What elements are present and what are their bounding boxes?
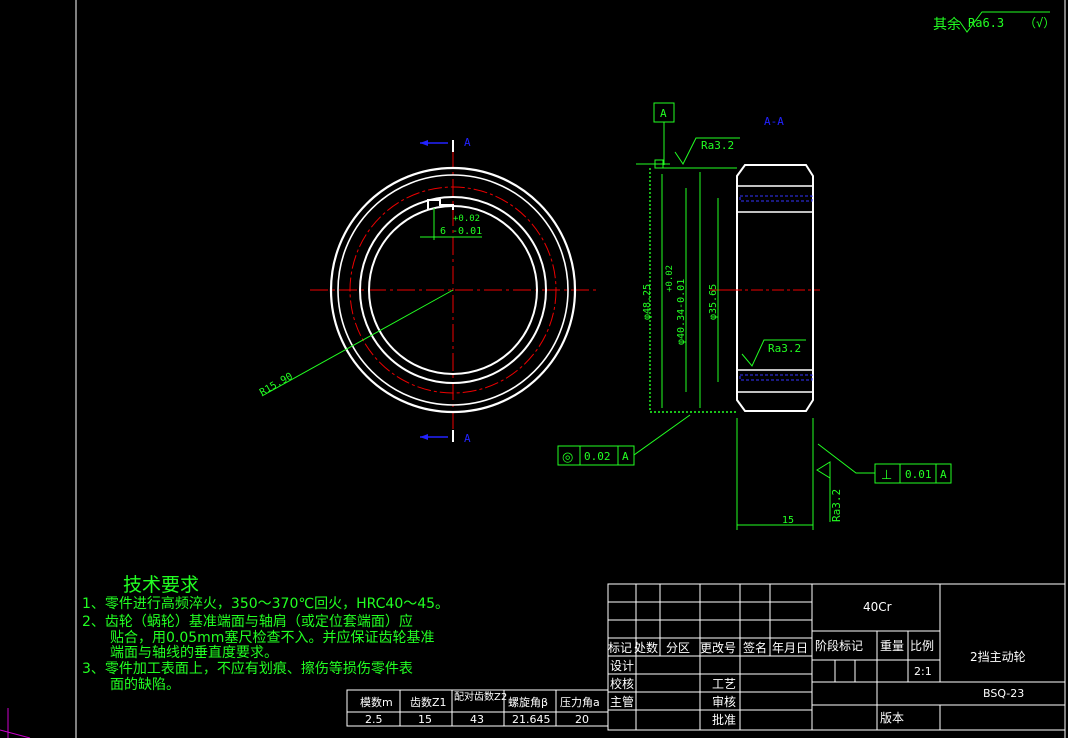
material: 40Cr: [863, 600, 892, 614]
role-right-2: 批准: [712, 712, 736, 727]
param-value-4: 20: [575, 713, 589, 726]
ra-right: Ra3.2: [830, 489, 843, 522]
datum-letter: A: [660, 107, 667, 120]
engineering-drawing: 其余 Ra6.3 （√） +0.02 6 -0.01 R15.90 A A A-…: [0, 0, 1066, 738]
change-header-3: 更改号: [700, 641, 736, 655]
role-left-0: 设计: [610, 659, 634, 673]
tech-title: 技术要求: [123, 574, 199, 596]
roughness-mark: （√）: [1024, 16, 1055, 30]
stage-header-2: 比例: [910, 639, 934, 653]
dia-outer: φ48.25: [642, 284, 653, 320]
radius-label: R15.90: [258, 371, 295, 399]
cut-label-bottom: A: [464, 432, 471, 445]
front-view: +0.02 6 -0.01 R15.90 A A: [258, 136, 600, 445]
param-header-0: 模数m: [360, 696, 393, 709]
concentricity-symbol: ◎: [562, 450, 573, 465]
dia-bore: φ40.34-0.01: [676, 279, 687, 345]
cut-label-top: A: [464, 136, 471, 149]
tech-line-3: 贴合，用0.05mm塞尺检查不入。并应保证齿轮基准: [110, 629, 434, 646]
keyway-tol-lower: 6 -0.01: [440, 226, 482, 237]
change-header-2: 分区: [666, 641, 690, 655]
tech-requirements: 技术要求 1、零件进行高频淬火，350～370℃回火，HRC40～45。 2、齿…: [82, 574, 449, 693]
param-header-1: 齿数Z1: [410, 696, 447, 709]
change-header-4: 签名: [743, 640, 767, 655]
version-label: 版本: [880, 711, 904, 725]
tech-line-6: 面的缺陷。: [110, 677, 180, 693]
concentricity-datum: A: [622, 450, 629, 463]
perpendicularity-value: 0.01: [905, 468, 932, 481]
ra-mid: Ra3.2: [768, 342, 801, 355]
tech-line-5: 3、零件加工表面上，不应有划痕、擦伤等损伤零件表: [82, 660, 413, 677]
role-left-1: 校核: [610, 676, 634, 691]
origin-marker: [0, 708, 31, 738]
change-header-1: 处数: [634, 640, 658, 655]
param-header-2: 配对齿数Z2: [454, 690, 507, 703]
param-value-3: 21.645: [512, 713, 551, 726]
role-right-1: 审核: [712, 694, 736, 709]
role-left-2: 主管: [610, 694, 634, 709]
param-value-1: 15: [418, 713, 432, 726]
stage-header-0: 阶段标记: [815, 638, 863, 653]
general-roughness-note: 其余 Ra6.3 （√）: [933, 11, 1055, 33]
ra-top: Ra3.2: [701, 139, 734, 152]
width-dim: 15: [782, 515, 794, 526]
param-header-4: 压力角a: [560, 696, 600, 709]
keyway-tol-upper: +0.02: [453, 214, 480, 224]
roughness-label: 其余: [933, 16, 961, 33]
stage-header-1: 重量: [880, 639, 904, 653]
perpendicularity-frame: ⊥ 0.01 A: [817, 443, 952, 484]
drawing-no: BSQ-23: [983, 687, 1024, 700]
concentricity-frame: ◎ 0.02 A: [557, 414, 691, 466]
perpendicularity-symbol: ⊥: [881, 468, 892, 483]
param-value-2: 43: [470, 713, 484, 726]
change-header-5: 年月日: [772, 641, 808, 655]
concentricity-value: 0.02: [584, 450, 611, 463]
param-value-0: 2.5: [365, 713, 383, 726]
section-view: A-A A φ48.25 +0.02 φ40.34-0.01 φ35.65 Ra…: [636, 102, 843, 530]
dia-inner: φ35.65: [708, 284, 719, 320]
change-header-0: 标记: [608, 641, 632, 655]
param-header-3: 螺旋角β: [508, 695, 548, 709]
part-name: 2挡主动轮: [970, 650, 1026, 664]
section-title: A-A: [764, 115, 784, 128]
tech-line-2: 2、齿轮（蜗轮）基准端面与轴肩（或定位套端面）应: [82, 613, 413, 630]
perpendicularity-datum: A: [940, 468, 947, 481]
roughness-value: Ra6.3: [968, 16, 1004, 30]
tech-line-1: 1、零件进行高频淬火，350～370℃回火，HRC40～45。: [82, 595, 449, 612]
dia-bore-tol-upper: +0.02: [665, 265, 675, 292]
scale-value: 2:1: [914, 665, 932, 678]
tech-line-4: 端面与轴线的垂直度要求。: [110, 644, 278, 661]
role-right-0: 工艺: [712, 677, 736, 691]
